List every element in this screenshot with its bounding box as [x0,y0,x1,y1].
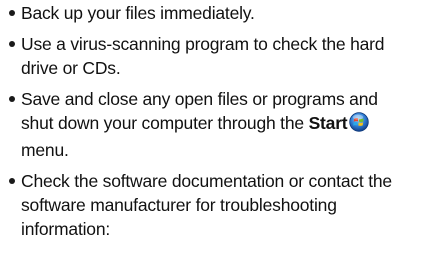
bullet-icon [9,96,15,102]
list-item-text-after: menu. [21,140,69,160]
list-item: Use a virus-scanning program to check th… [9,32,414,80]
start-menu-label: Start [308,113,348,133]
list-item-text: Use a virus-scanning program to check th… [21,34,385,78]
troubleshooting-bullet-list: Back up your files immediately. Use a vi… [9,1,414,241]
list-item: Check the software documentation or cont… [9,169,414,241]
windows-start-orb-icon [349,112,370,138]
list-item: Save and close any open files or program… [9,87,414,162]
document-body: Back up your files immediately. Use a vi… [9,0,414,248]
list-item-text: Back up your files immediately. [21,3,255,23]
bullet-icon [9,10,15,16]
bullet-icon [9,178,15,184]
bullet-icon [9,41,15,47]
list-item-text: Check the software documentation or cont… [21,171,392,239]
list-item: Back up your files immediately. [9,1,414,25]
